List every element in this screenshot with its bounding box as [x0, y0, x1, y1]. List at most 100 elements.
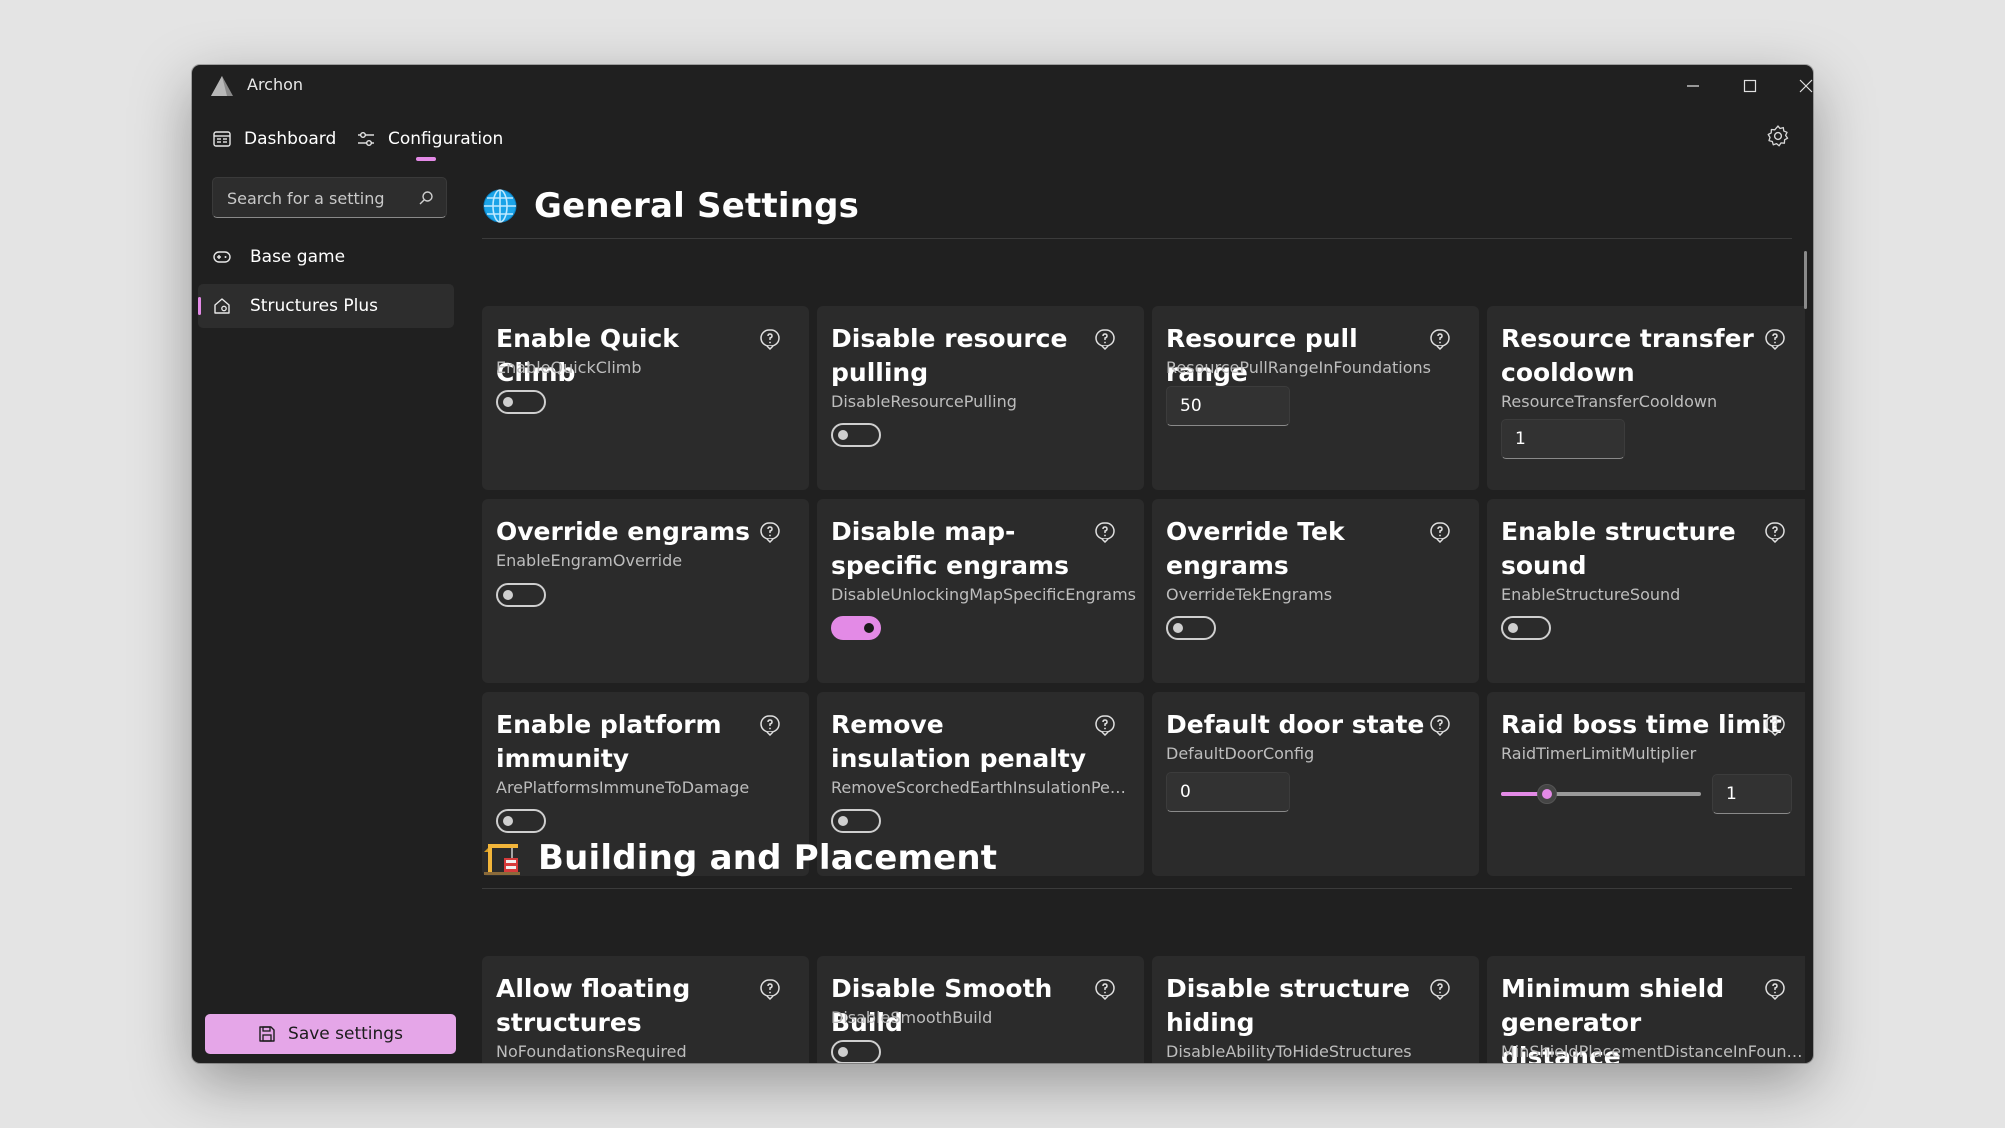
help-icon[interactable] [759, 521, 781, 543]
save-settings-button[interactable]: Save settings [205, 1014, 456, 1054]
setting-title: Override Tek engrams [1166, 517, 1345, 580]
setting-title: Resource transfer cooldown [1501, 324, 1754, 387]
globe-icon [483, 189, 517, 223]
help-icon[interactable] [1094, 978, 1116, 1000]
minimize-icon [1687, 85, 1699, 87]
help-icon[interactable] [1429, 978, 1451, 1000]
number-value: 1 [1515, 429, 1526, 449]
section-title: Building and Placement [538, 838, 998, 878]
setting-card-resource-pull-range: Resource pull range ResourcePullRangeInF… [1152, 306, 1479, 490]
maximize-icon [1743, 79, 1757, 93]
setting-key: NoFoundationsRequired [496, 1042, 687, 1061]
setting-title: Enable structure sound [1501, 517, 1736, 580]
toggle-switch[interactable] [831, 809, 881, 833]
active-tab-indicator [416, 157, 436, 161]
setting-card-allow-floating-structures: Allow floating structures NoFoundationsR… [482, 956, 809, 1063]
help-icon[interactable] [1764, 328, 1786, 350]
setting-title: Remove insulation penalty [831, 710, 1087, 773]
toggle-switch[interactable] [831, 616, 881, 640]
close-button[interactable] [1783, 71, 1813, 101]
title-bar: Archon [192, 65, 1813, 107]
setting-title: Resource pull range [1166, 324, 1358, 387]
section-header-general: General Settings [482, 181, 859, 231]
top-navigation: Dashboard Configuration [192, 117, 1813, 161]
help-icon[interactable] [1429, 521, 1451, 543]
help-icon[interactable] [759, 978, 781, 1000]
help-icon[interactable] [1429, 328, 1451, 350]
setting-title: Default door state [1166, 710, 1425, 739]
setting-key: ResourceTransferCooldown [1501, 392, 1718, 411]
help-icon[interactable] [1764, 521, 1786, 543]
slider-thumb[interactable] [1537, 784, 1557, 804]
setting-key: OverrideTekEngrams [1166, 585, 1333, 604]
house-gear-icon [214, 298, 230, 314]
gamepad-icon [213, 251, 231, 263]
setting-title: Enable platform immunity [496, 710, 722, 773]
nav-dashboard[interactable]: Dashboard [212, 117, 336, 161]
toggle-switch[interactable] [496, 809, 546, 833]
toggle-switch[interactable] [496, 390, 546, 414]
setting-card-enable-quick-climb: Enable Quick Climb EnableQuickClimb [482, 306, 809, 490]
sidebar-item-label: Base game [250, 247, 346, 267]
minimize-button[interactable] [1670, 71, 1716, 101]
help-icon[interactable] [1429, 714, 1451, 736]
sidebar-item-base-game[interactable]: Base game [198, 235, 454, 279]
section-divider [482, 888, 1792, 889]
setting-key: RemoveScorchedEarthInsulationPenalty [831, 778, 1136, 797]
help-icon[interactable] [759, 714, 781, 736]
maximize-button[interactable] [1727, 71, 1773, 101]
number-value: 0 [1180, 782, 1191, 802]
toggle-switch[interactable] [496, 583, 546, 607]
help-icon[interactable] [1094, 521, 1116, 543]
settings-gear-icon[interactable] [1765, 123, 1791, 149]
help-icon[interactable] [1764, 714, 1786, 736]
number-value: 50 [1180, 396, 1202, 416]
number-input[interactable]: 50 [1166, 386, 1290, 426]
content-scrollbar[interactable] [1804, 251, 1807, 309]
setting-card-disable-structure-hiding: Disable structure hiding DisableAbilityT… [1152, 956, 1479, 1063]
sidebar-item-structures-plus[interactable]: Structures Plus [198, 284, 454, 328]
number-input[interactable]: 1 [1712, 774, 1792, 814]
number-input[interactable]: 0 [1166, 772, 1290, 812]
setting-title: Override engrams [496, 517, 751, 546]
setting-key: DisableAbilityToHideStructures [1166, 1042, 1412, 1061]
setting-title: Disable resource pulling [831, 324, 1068, 387]
setting-card-default-door-state: Default door state DefaultDoorConfig 0 [1152, 692, 1479, 876]
help-icon[interactable] [759, 328, 781, 350]
toggle-switch[interactable] [831, 1040, 881, 1063]
number-input[interactable]: 1 [1501, 419, 1625, 459]
help-icon[interactable] [1764, 978, 1786, 1000]
search-input[interactable]: Search for a setting [212, 177, 447, 218]
help-icon[interactable] [1094, 714, 1116, 736]
app-window: Archon Dashboard Configuration Search fo… [192, 65, 1813, 1063]
slider[interactable] [1501, 784, 1701, 804]
dashboard-icon [213, 131, 231, 147]
setting-title: Disable map-specific engrams [831, 517, 1069, 580]
setting-key: EnableEngramOverride [496, 551, 683, 570]
search-icon[interactable] [418, 190, 434, 206]
nav-configuration[interactable]: Configuration [356, 117, 503, 161]
help-icon[interactable] [1094, 328, 1116, 350]
setting-title: Disable Smooth Build [831, 974, 1053, 1037]
nav-dashboard-label: Dashboard [244, 129, 337, 149]
setting-key: ArePlatformsImmuneToDamage [496, 778, 750, 797]
toggle-switch[interactable] [831, 423, 881, 447]
setting-card-override-engrams: Override engrams EnableEngramOverride [482, 499, 809, 683]
setting-card-enable-structure-sound: Enable structure sound EnableStructureSo… [1487, 499, 1805, 683]
settings-content: General Settings Enable Quick Climb Enab… [470, 181, 1805, 1063]
setting-key: RaidTimerLimitMultiplier [1501, 744, 1697, 763]
toggle-switch[interactable] [1501, 616, 1551, 640]
section-title: General Settings [534, 186, 860, 226]
number-value: 1 [1726, 784, 1737, 804]
setting-title: Raid boss time limit [1501, 710, 1782, 739]
setting-key: DisableSmoothBuild [831, 1008, 993, 1027]
archon-logo-icon [211, 76, 233, 96]
toggle-switch[interactable] [1166, 616, 1216, 640]
app-title: Archon [247, 75, 304, 94]
setting-key: DisableResourcePulling [831, 392, 1017, 411]
setting-card-override-tek-engrams: Override Tek engrams OverrideTekEngrams [1152, 499, 1479, 683]
search-placeholder: Search for a setting [227, 189, 385, 208]
setting-key: DefaultDoorConfig [1166, 744, 1315, 763]
setting-title: Enable Quick Climb [496, 324, 679, 387]
close-icon [1799, 79, 1813, 93]
